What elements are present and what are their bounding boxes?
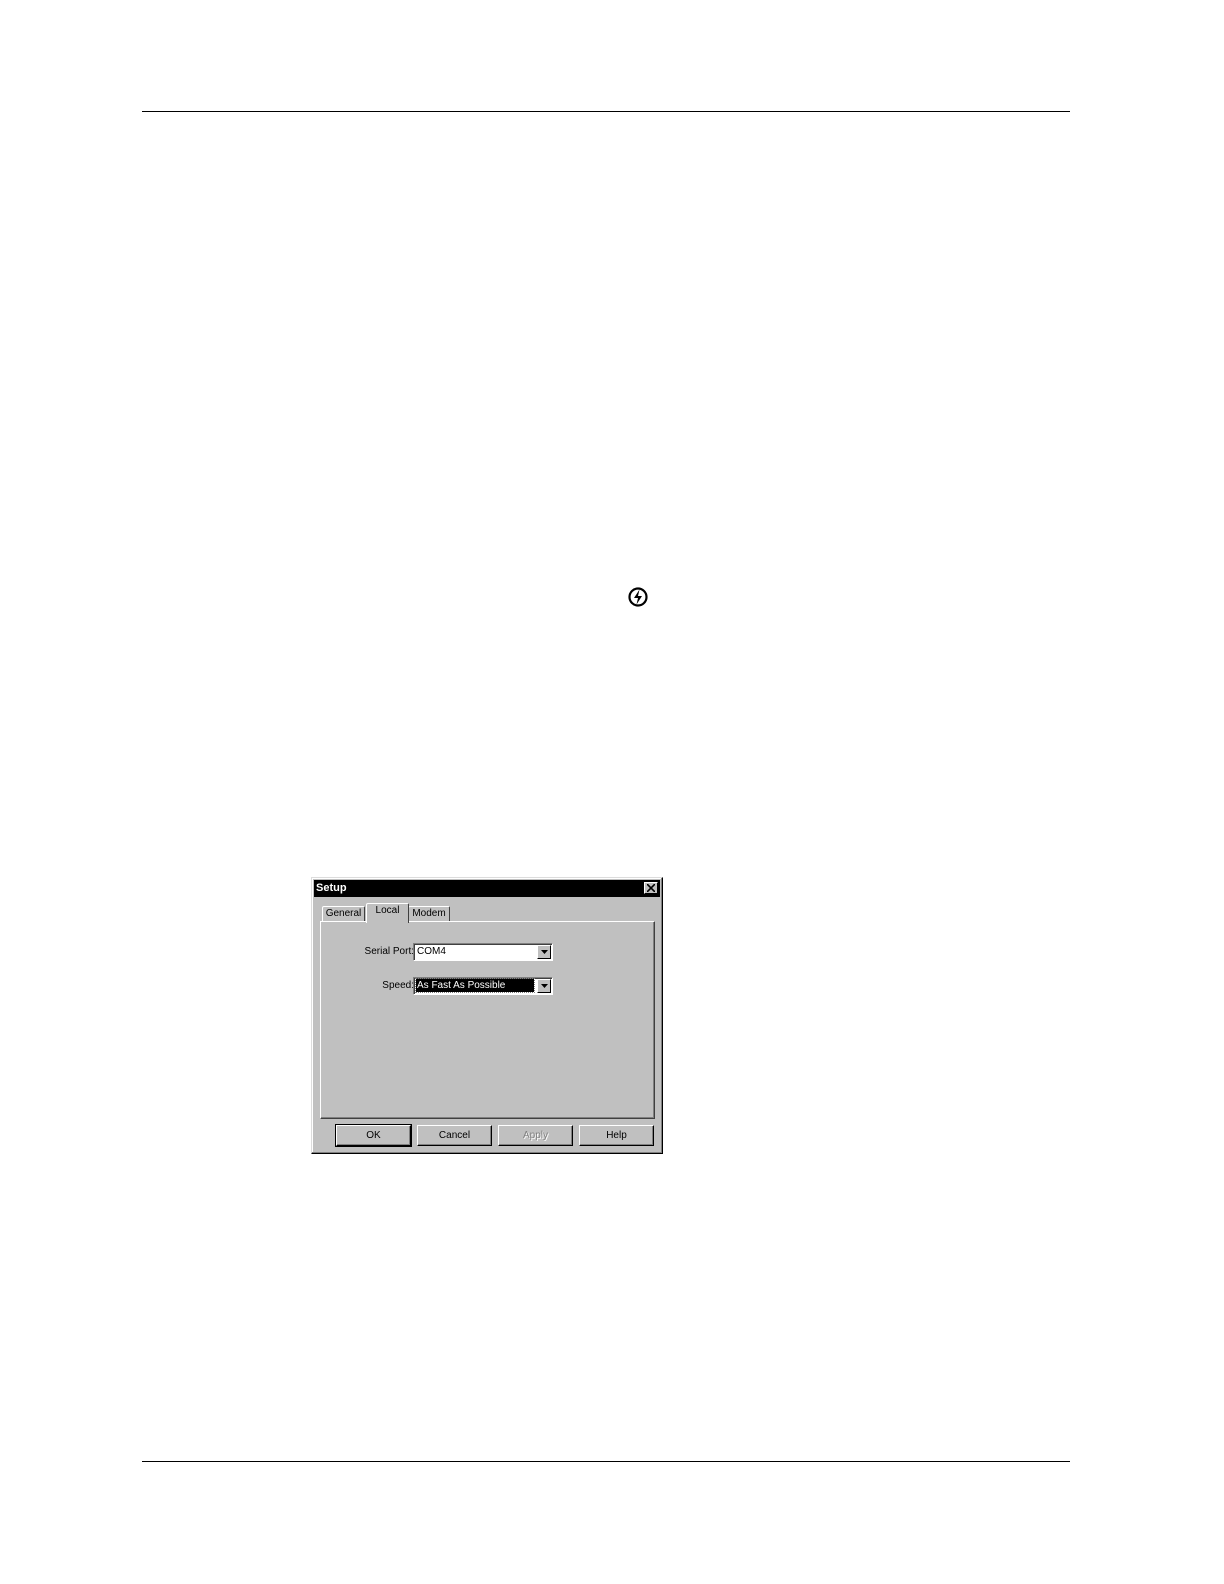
speed-select[interactable]: As Fast As Possible <box>413 977 553 995</box>
tab-general[interactable]: General <box>322 906 365 922</box>
close-button[interactable] <box>644 882 658 894</box>
chevron-down-icon <box>541 950 548 954</box>
help-button[interactable]: Help <box>579 1125 654 1146</box>
speed-dropdown-button[interactable] <box>537 979 551 993</box>
serial-port-label: Serial Port: <box>364 946 414 957</box>
local-tab-panel: Serial Port: COM4 Speed: As Fast As Poss… <box>320 921 655 1119</box>
speed-value: As Fast As Possible <box>415 978 535 993</box>
header-rule <box>142 111 1070 112</box>
serial-port-select[interactable]: COM4 <box>413 943 553 961</box>
ok-button[interactable]: OK <box>335 1124 412 1147</box>
dialog-titlebar[interactable]: Setup <box>314 880 660 897</box>
dialog-title: Setup <box>316 882 347 894</box>
setup-dialog: Setup General Local Modem Serial Port: C… <box>311 877 663 1154</box>
chevron-down-icon <box>541 984 548 988</box>
cancel-button[interactable]: Cancel <box>417 1125 492 1146</box>
footer-rule <box>142 1461 1070 1462</box>
tab-modem[interactable]: Modem <box>408 906 450 922</box>
serial-port-dropdown-button[interactable] <box>537 945 551 959</box>
serial-port-value: COM4 <box>417 946 446 957</box>
hotsync-icon <box>627 586 649 608</box>
close-icon <box>647 884 655 892</box>
tab-local[interactable]: Local <box>366 903 409 923</box>
apply-button[interactable]: Apply <box>498 1125 573 1146</box>
speed-label: Speed: <box>382 980 414 991</box>
